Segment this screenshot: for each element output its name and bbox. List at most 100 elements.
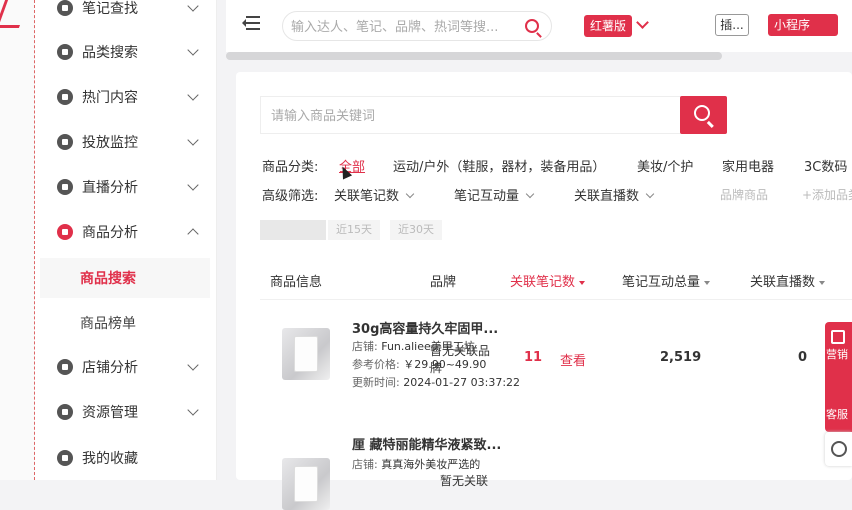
chevron-down-icon	[187, 179, 199, 191]
filter-linked-lives[interactable]: 关联直播数	[574, 185, 655, 204]
chevron-down-icon[interactable]	[636, 16, 649, 29]
product-shop-label: 店铺:	[352, 458, 378, 471]
sidebar-item-favorites[interactable]: 我的收藏	[35, 436, 217, 480]
sort-icon	[819, 280, 826, 285]
mini-program-button[interactable]: 小程序	[768, 14, 838, 36]
sidebar-item-product-analysis[interactable]: 商品分析	[35, 210, 217, 254]
product-shop: 店铺: 真真海外美妆严选的	[352, 456, 480, 472]
divider	[260, 299, 852, 300]
filter-note-interactions[interactable]: 笔记互动量	[454, 185, 535, 204]
filter-note-interactions-label: 笔记互动量	[454, 189, 520, 204]
column-linked-notes[interactable]: 关联笔记数	[510, 271, 586, 290]
global-search	[282, 11, 552, 41]
column-linked-lives-label: 关联直播数	[750, 275, 816, 290]
linked-notes-count: 11	[524, 350, 543, 365]
chevron-down-icon	[645, 189, 655, 199]
filter-linked-notes-label: 关联笔记数	[334, 189, 400, 204]
category-option-appliance[interactable]: 家用电器	[722, 156, 774, 175]
time-tab-7d[interactable]: 近7天	[260, 220, 326, 240]
global-search-input[interactable]	[291, 16, 511, 38]
category-option-3c[interactable]: 3C数码	[804, 156, 847, 175]
column-brand: 品牌	[430, 275, 457, 290]
floating-marketing-label: 营销	[826, 348, 848, 361]
left-gutter	[0, 0, 35, 480]
search-button[interactable]	[680, 96, 727, 134]
table-row[interactable]: 厘 藏特丽能精华液紧致... 店铺: 真真海外美妆严选的 暂无关联	[260, 428, 852, 510]
product-search-box	[260, 96, 690, 134]
column-linked-lives[interactable]: 关联直播数	[750, 271, 826, 290]
main-area: 红薯版 插... 小程序 商品分类: 全部 运动/户外（鞋服，器材，装备用品） …	[226, 0, 852, 510]
linked-lives-count: 0	[798, 350, 808, 365]
chevron-down-icon	[187, 404, 199, 416]
column-note-interactions[interactable]: 笔记互动总量	[622, 271, 711, 290]
category-label: 商品分类:	[262, 160, 319, 175]
filter-linked-lives-label: 关联直播数	[574, 189, 640, 204]
sidebar-item-ad-monitor[interactable]: 投放监控	[35, 120, 217, 164]
search-icon[interactable]	[525, 19, 539, 33]
product-icon	[57, 224, 73, 240]
chevron-up-icon	[187, 228, 199, 240]
horizontal-scrollbar[interactable]	[226, 52, 722, 60]
category-option-beauty[interactable]: 美妆/个护	[637, 156, 693, 175]
product-brand: 暂无关联品牌	[430, 344, 491, 375]
edition-badge[interactable]: 红薯版	[584, 15, 633, 37]
sidebar: 笔记查找 品类搜索 热门内容 投放监控 直播分析 商品分析 商品搜索 商品榜单 …	[35, 0, 217, 480]
chevron-down-icon	[187, 134, 199, 146]
note-interactions-count: 2,519	[660, 350, 702, 365]
sidebar-subitem-product-search[interactable]: 商品搜索	[40, 258, 210, 298]
fire-icon	[57, 89, 73, 105]
filter-brand-products[interactable]: 品牌商品	[720, 186, 768, 203]
sidebar-subitem-product-ranking[interactable]: 商品榜单	[40, 303, 210, 343]
collapse-menu-icon[interactable]	[242, 16, 260, 30]
sidebar-item-shop-analysis[interactable]: 店铺分析	[35, 345, 217, 389]
time-tab-30d[interactable]: 近30天	[390, 220, 442, 240]
sidebar-item-note-search[interactable]: 笔记查找	[35, 0, 217, 30]
product-shop-label: 店铺:	[352, 340, 378, 353]
chevron-down-icon	[525, 189, 535, 199]
app-window: 笔记查找 品类搜索 热门内容 投放监控 直播分析 商品分析 商品搜索 商品榜单 …	[0, 0, 852, 510]
column-note-interactions-label: 笔记互动总量	[622, 275, 701, 290]
sort-icon	[579, 280, 586, 285]
product-brand: 暂无关联	[440, 474, 489, 488]
product-thumbnail[interactable]	[282, 458, 330, 510]
chevron-down-icon	[187, 89, 199, 101]
live-icon	[57, 179, 73, 195]
product-updated-label: 更新时间:	[352, 376, 400, 389]
category-option-outdoor[interactable]: 运动/户外（鞋服，器材，装备用品）	[393, 156, 605, 175]
product-title[interactable]: 30g高容量持久牢固甲...	[352, 318, 498, 337]
product-price-label: 参考价格:	[352, 358, 400, 371]
sidebar-item-category-search[interactable]: 品类搜索	[35, 30, 217, 74]
grid-icon	[57, 44, 73, 60]
column-linked-notes-label: 关联笔记数	[510, 275, 576, 290]
floating-service-label: 客服	[826, 408, 848, 421]
product-search-panel: 商品分类: 全部 运动/户外（鞋服，器材，装备用品） 美妆/个护 家用电器 3C…	[236, 72, 852, 510]
product-thumbnail[interactable]	[282, 328, 330, 380]
top-bar: 红薯版 插... 小程序	[226, 0, 852, 52]
filter-add-category[interactable]: +添加品类	[802, 186, 852, 203]
sidebar-item-live-analysis[interactable]: 直播分析	[35, 165, 217, 209]
sort-icon	[704, 280, 711, 285]
sidebar-item-resource-management[interactable]: 资源管理	[35, 390, 217, 434]
floating-refresh-button[interactable]	[825, 432, 852, 466]
time-tab-15d[interactable]: 近15天	[328, 220, 380, 240]
table-row[interactable]: 30g高容量持久牢固甲... 店铺: Fun.aliee美甲工坊 参考价格: ￥…	[260, 312, 852, 412]
table-header: 商品信息 品牌 关联笔记数 笔记互动总量 关联直播数	[260, 259, 852, 299]
chevron-down-icon	[187, 359, 199, 371]
marketing-icon	[831, 330, 845, 344]
column-product-info: 商品信息	[270, 275, 323, 290]
plugin-button[interactable]: 插...	[715, 14, 749, 36]
filter-linked-notes[interactable]: 关联笔记数	[334, 185, 415, 204]
monitor-icon	[57, 134, 73, 150]
search-icon	[694, 105, 710, 121]
product-keyword-input[interactable]	[271, 106, 671, 126]
sidebar-item-hot-content[interactable]: 热门内容	[35, 75, 217, 119]
product-title[interactable]: 厘 藏特丽能精华液紧致...	[352, 434, 501, 453]
refresh-icon	[831, 441, 847, 457]
view-notes-link[interactable]: 查看	[560, 350, 586, 369]
product-updated: 更新时间: 2024-01-27 03:37:22	[352, 374, 520, 390]
brand-mark	[0, 0, 30, 28]
floating-service-panel[interactable]: 营销 客服	[825, 322, 852, 432]
note-search-icon	[57, 0, 73, 16]
star-icon	[57, 450, 73, 466]
resource-icon	[57, 404, 73, 420]
